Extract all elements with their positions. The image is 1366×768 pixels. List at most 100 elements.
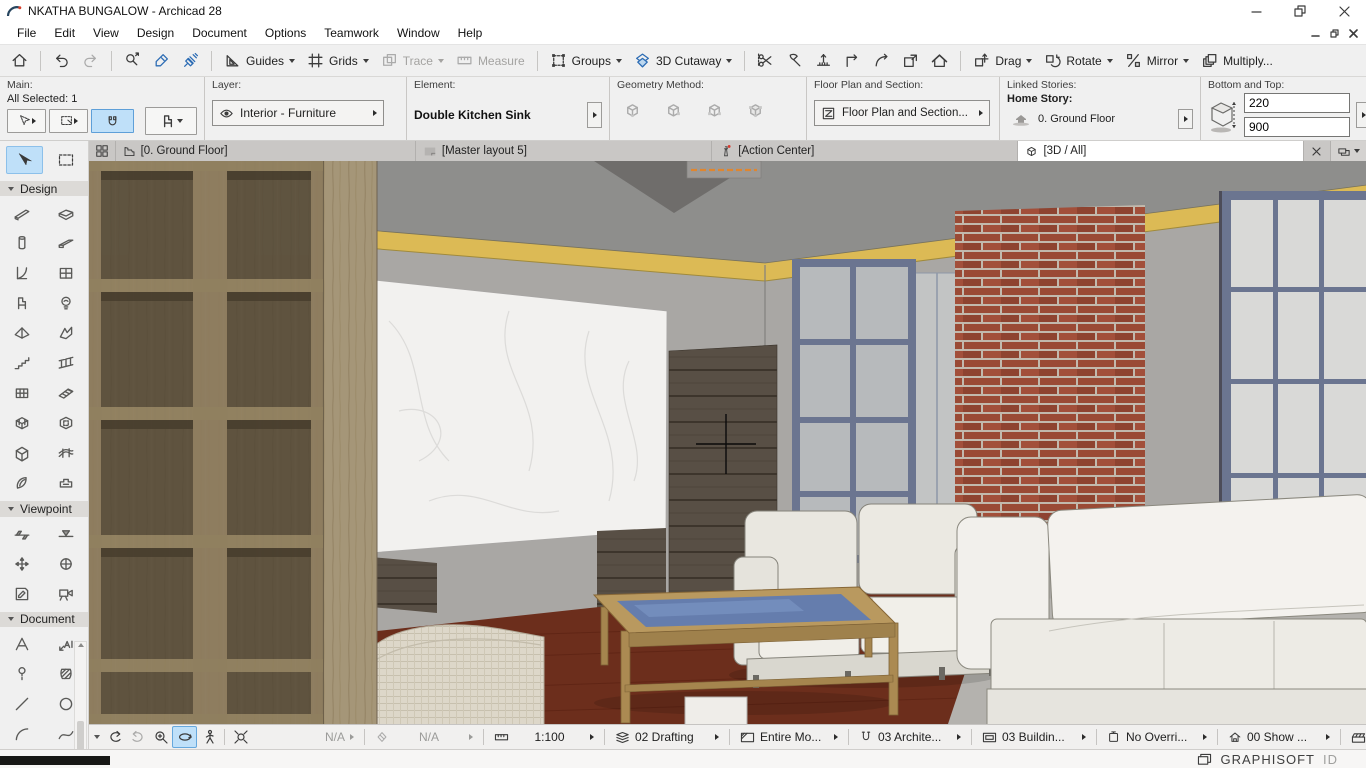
mesh-tool[interactable] xyxy=(44,438,88,468)
guides-dropdown[interactable]: Guides xyxy=(219,49,300,72)
slab-tool[interactable] xyxy=(44,198,88,228)
geometry-cube-4-icon[interactable] xyxy=(746,101,765,120)
geometry-cube-3-icon[interactable] xyxy=(705,101,724,120)
grids-dropdown[interactable]: Grids xyxy=(302,49,374,72)
zoom-in-button[interactable] xyxy=(149,727,172,747)
door-tool[interactable] xyxy=(0,258,44,288)
multiply-button[interactable]: Multiply... xyxy=(1196,49,1278,72)
cutaway-dropdown[interactable]: 3D Cutaway xyxy=(629,49,737,72)
toolbox-section-viewpoint[interactable]: Viewpoint xyxy=(0,501,88,516)
marquee-tool-button[interactable] xyxy=(49,109,88,133)
3d-viewport[interactable] xyxy=(89,161,1366,724)
drag-dropdown[interactable]: Drag xyxy=(968,49,1037,72)
home-story-flyout-button[interactable] xyxy=(1178,109,1193,129)
undo-button[interactable] xyxy=(48,49,75,72)
menu-design[interactable]: Design xyxy=(128,24,183,42)
stair-tool[interactable] xyxy=(0,348,44,378)
fit-in-window-button[interactable] xyxy=(229,727,252,747)
graphisoft-brand[interactable]: GRAPHISOFT xyxy=(1220,752,1315,767)
previous-view-button[interactable] xyxy=(103,727,126,747)
dimension-marker-tool[interactable] xyxy=(0,659,44,689)
panel-tool[interactable] xyxy=(44,378,88,408)
worksheet-tool[interactable] xyxy=(0,579,44,609)
roof-home-button[interactable] xyxy=(926,49,953,72)
toolbox-section-document[interactable]: Document xyxy=(0,612,88,627)
tab-action-center[interactable]: [Action Center] xyxy=(712,141,1018,161)
railing-tool[interactable] xyxy=(44,348,88,378)
lamp-tool[interactable] xyxy=(44,288,88,318)
inject-parameters-button[interactable] xyxy=(177,49,204,72)
arrow-tool[interactable] xyxy=(6,146,43,174)
close-button[interactable] xyxy=(1322,0,1366,22)
main-model-dropdown[interactable]: Main Mo... xyxy=(1345,727,1366,747)
measure-button[interactable]: Measure xyxy=(451,49,530,72)
floorplan-display-selector[interactable]: Floor Plan and Section... xyxy=(814,100,990,126)
split-button[interactable] xyxy=(752,49,779,72)
toolbox-scrollbar[interactable] xyxy=(74,641,87,749)
next-view-button[interactable] xyxy=(126,727,149,747)
layer-selector[interactable]: Interior - Furniture xyxy=(212,100,384,126)
graphic-override-dropdown[interactable]: No Overri... xyxy=(1101,727,1213,747)
marquee-tool[interactable] xyxy=(47,146,84,174)
orbit-button[interactable] xyxy=(172,726,197,748)
zone-tool[interactable] xyxy=(44,468,88,498)
menu-file[interactable]: File xyxy=(8,24,45,42)
tab-close-button[interactable] xyxy=(1304,141,1330,161)
grid-element-tool[interactable] xyxy=(0,408,44,438)
pen-set-dropdown[interactable]: 03 Archite... xyxy=(853,727,967,747)
tab-ground-floor[interactable]: [0. Ground Floor] xyxy=(116,141,416,161)
scroll-thumb[interactable] xyxy=(77,721,84,749)
trace-dropdown[interactable]: Trace xyxy=(376,49,449,72)
roof-tool[interactable] xyxy=(0,318,44,348)
fillet-button[interactable] xyxy=(839,49,866,72)
toolbox-section-design[interactable]: Design xyxy=(0,181,88,196)
geometry-cube-2-icon[interactable] xyxy=(664,101,683,120)
explore-walk-button[interactable] xyxy=(197,727,220,747)
model-view-dropdown[interactable]: 03 Buildin... xyxy=(976,727,1092,747)
menu-help[interactable]: Help xyxy=(449,24,492,42)
redo-button[interactable] xyxy=(77,49,104,72)
menu-edit[interactable]: Edit xyxy=(45,24,84,42)
detail-tool[interactable] xyxy=(44,549,88,579)
shell-tool[interactable] xyxy=(44,318,88,348)
quad-view-button[interactable] xyxy=(89,141,116,161)
doc-minimize-icon[interactable] xyxy=(1311,29,1320,38)
tab-3d-all[interactable]: [3D / All] xyxy=(1018,141,1304,161)
top-offset-input[interactable] xyxy=(1244,93,1350,113)
interior-elevation-tool[interactable] xyxy=(0,549,44,579)
menu-options[interactable]: Options xyxy=(256,24,315,42)
scroll-up-icon[interactable] xyxy=(78,643,84,647)
scale-dropdown[interactable]: 1:100 xyxy=(488,727,600,747)
intersect-button[interactable] xyxy=(810,49,837,72)
column-tool[interactable] xyxy=(0,228,44,258)
geometry-cube-1-icon[interactable] xyxy=(623,101,642,120)
section-tool[interactable] xyxy=(0,519,44,549)
elevation-tool[interactable] xyxy=(44,519,88,549)
opening-tool[interactable] xyxy=(44,408,88,438)
find-select-button[interactable] xyxy=(119,49,146,72)
minimize-button[interactable] xyxy=(1234,0,1278,22)
home-button[interactable] xyxy=(6,49,33,72)
layer-combination-dropdown[interactable]: 02 Drafting xyxy=(609,727,725,747)
line-tool[interactable] xyxy=(0,689,44,719)
arrow-tool-button[interactable] xyxy=(7,109,46,133)
window-stack-icon[interactable] xyxy=(1197,753,1212,766)
menu-teamwork[interactable]: Teamwork xyxy=(315,24,388,42)
menu-document[interactable]: Document xyxy=(183,24,256,42)
curtain-wall-tool[interactable] xyxy=(0,378,44,408)
rotate-dropdown[interactable]: Rotate xyxy=(1039,49,1117,72)
text-tool[interactable] xyxy=(0,629,44,659)
object-tool[interactable] xyxy=(0,288,44,318)
curve-edit-button[interactable] xyxy=(868,49,895,72)
restore-button[interactable] xyxy=(1278,0,1322,22)
doc-restore-icon[interactable] xyxy=(1330,29,1339,38)
tab-list-dropdown[interactable] xyxy=(1330,141,1366,161)
pick-up-parameters-button[interactable] xyxy=(148,49,175,72)
statusbar-collapse-icon[interactable] xyxy=(94,735,100,739)
beam-tool[interactable] xyxy=(44,228,88,258)
window-tool[interactable] xyxy=(44,258,88,288)
bottom-offset-input[interactable] xyxy=(1244,117,1350,137)
freeform-shell-tool[interactable] xyxy=(0,468,44,498)
renovation-filter-dropdown[interactable]: 00 Show ... xyxy=(1222,727,1336,747)
camera-tool[interactable] xyxy=(44,579,88,609)
